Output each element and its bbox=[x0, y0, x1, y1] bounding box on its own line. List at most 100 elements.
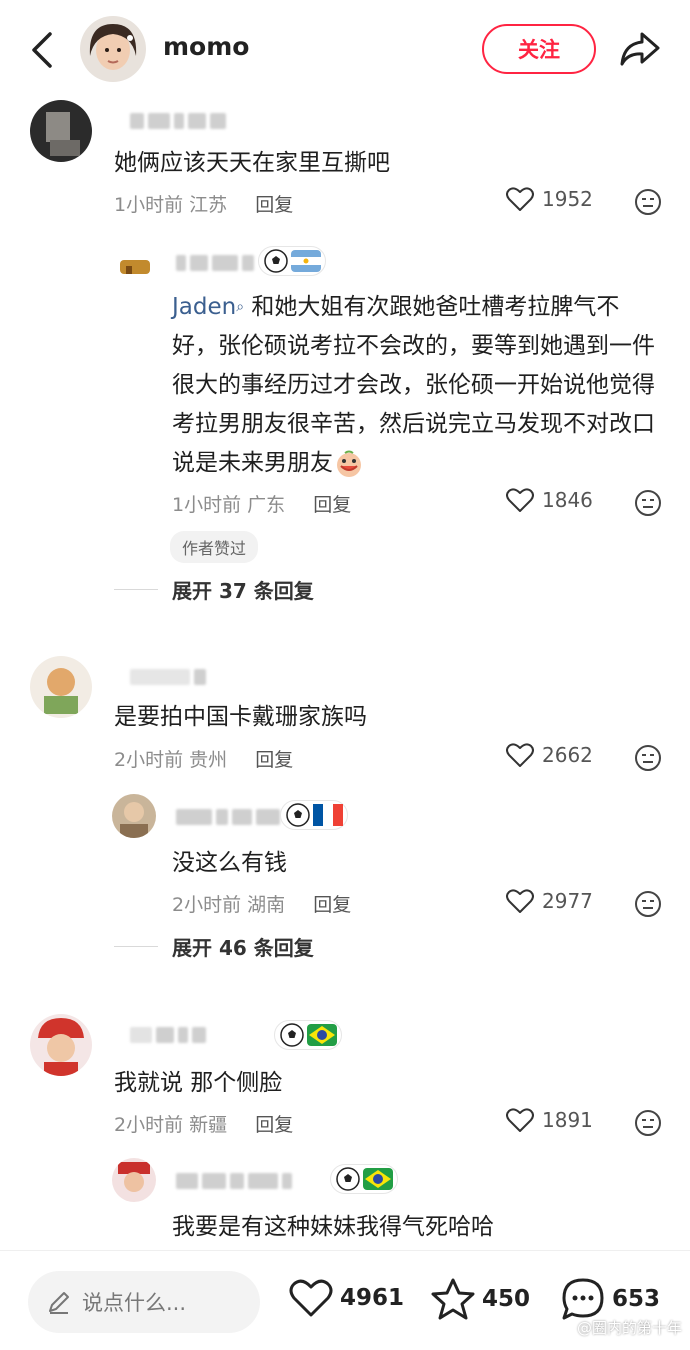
neutral-face-icon bbox=[635, 891, 661, 917]
pencil-icon bbox=[49, 1292, 69, 1314]
chat-bubble-icon bbox=[562, 1278, 604, 1320]
soccer-ball-icon bbox=[336, 1167, 360, 1191]
badge-pill bbox=[280, 800, 348, 830]
dislike-button[interactable] bbox=[634, 1109, 662, 1141]
heart-icon bbox=[506, 1108, 534, 1132]
author-avatar[interactable] bbox=[80, 16, 146, 82]
like-button[interactable]: 2662 bbox=[506, 742, 593, 768]
like-button[interactable]: 1891 bbox=[506, 1107, 593, 1133]
comment-meta: 1小时前 江苏 回复 bbox=[114, 190, 293, 217]
reply-avatar[interactable] bbox=[112, 794, 156, 838]
header-bar: momo 关注 bbox=[0, 0, 690, 96]
comment-meta: 2小时前 新疆 回复 bbox=[114, 1110, 293, 1137]
reply-avatar[interactable] bbox=[112, 246, 156, 290]
avatar-image bbox=[30, 656, 92, 718]
avatar-image bbox=[30, 1014, 92, 1076]
comment-input[interactable]: 说点什么... bbox=[28, 1271, 260, 1333]
comment-location: 新疆 bbox=[189, 1114, 228, 1136]
commenter-avatar[interactable] bbox=[30, 656, 92, 718]
soccer-ball-icon bbox=[264, 249, 288, 273]
neutral-face-icon bbox=[635, 490, 661, 516]
author-name[interactable]: momo bbox=[163, 32, 249, 61]
reply-avatar[interactable] bbox=[112, 1158, 156, 1202]
expand-replies-label: 展开 37 条回复 bbox=[172, 579, 314, 603]
expand-replies-button[interactable]: 展开 37 条回复 bbox=[114, 575, 314, 604]
mention-link[interactable]: Jaden bbox=[172, 294, 236, 320]
heart-icon bbox=[506, 488, 534, 512]
dislike-button[interactable] bbox=[634, 188, 662, 220]
like-count: 2662 bbox=[542, 743, 593, 767]
reply-meta: 2小时前 湖南 回复 bbox=[172, 890, 351, 917]
share-button[interactable] bbox=[614, 28, 664, 70]
post-favorite-button[interactable]: 450 bbox=[430, 1277, 530, 1321]
reply-meta: 1小时前 广东 回复 bbox=[172, 490, 351, 517]
like-button[interactable]: 2977 bbox=[506, 888, 593, 914]
reply-time: 2小时前 bbox=[172, 894, 242, 916]
reply-name-blurred bbox=[176, 806, 280, 828]
chevron-left-icon bbox=[32, 32, 52, 68]
dislike-button[interactable] bbox=[634, 744, 662, 776]
soccer-ball-icon bbox=[286, 803, 310, 827]
commenter-avatar[interactable] bbox=[30, 100, 92, 162]
comment-text: 我就说 那个侧脸 bbox=[114, 1070, 283, 1096]
brazil-flag-icon bbox=[307, 1024, 337, 1046]
avatar-image bbox=[112, 246, 156, 290]
commenter-name-blurred bbox=[130, 110, 226, 132]
soccer-ball-icon bbox=[280, 1023, 304, 1047]
like-button[interactable]: 1846 bbox=[506, 487, 593, 513]
comment-input-placeholder: 说点什么... bbox=[82, 1291, 187, 1315]
reply-location: 广东 bbox=[247, 494, 286, 516]
commenter-name-blurred bbox=[130, 666, 206, 688]
avatar-image bbox=[112, 1158, 156, 1202]
reply-button[interactable]: 回复 bbox=[313, 494, 351, 516]
neutral-face-icon bbox=[635, 1110, 661, 1136]
crying-laughing-emoji-icon bbox=[333, 450, 365, 478]
like-count: 2977 bbox=[542, 889, 593, 913]
comment-location: 贵州 bbox=[189, 749, 228, 771]
watermark: @圈内的第十年 bbox=[576, 1319, 682, 1337]
comment-text: 是要拍中国卡戴珊家族吗 bbox=[114, 704, 367, 730]
comment-time: 2小时前 bbox=[114, 749, 184, 771]
like-count: 1891 bbox=[542, 1108, 593, 1132]
comment-time: 2小时前 bbox=[114, 1114, 184, 1136]
avatar-image bbox=[30, 100, 92, 162]
expand-replies-label: 展开 46 条回复 bbox=[172, 936, 314, 960]
neutral-face-icon bbox=[635, 189, 661, 215]
post-like-button[interactable]: 4961 bbox=[288, 1277, 404, 1319]
reply-text: 没这么有钱 bbox=[172, 850, 287, 876]
avatar-image bbox=[80, 16, 146, 82]
comment-location: 江苏 bbox=[189, 194, 228, 216]
like-count: 1952 bbox=[542, 187, 593, 211]
search-icon: ⌕ bbox=[236, 299, 245, 315]
reply-button[interactable]: 回复 bbox=[255, 749, 293, 771]
heart-icon bbox=[506, 889, 534, 913]
reply-button[interactable]: 回复 bbox=[313, 894, 351, 916]
share-icon bbox=[620, 32, 660, 66]
dislike-button[interactable] bbox=[634, 890, 662, 922]
follow-button[interactable]: 关注 bbox=[482, 24, 596, 74]
neutral-face-icon bbox=[635, 745, 661, 771]
heart-icon bbox=[289, 1279, 333, 1317]
reply-button[interactable]: 回复 bbox=[255, 194, 293, 216]
reply-location: 湖南 bbox=[247, 894, 286, 916]
dislike-button[interactable] bbox=[634, 489, 662, 521]
heart-icon bbox=[506, 743, 534, 767]
france-flag-icon bbox=[313, 804, 343, 826]
expand-replies-button[interactable]: 展开 46 条回复 bbox=[114, 932, 314, 961]
back-button[interactable] bbox=[22, 26, 66, 74]
comment-time: 1小时前 bbox=[114, 194, 184, 216]
reply-name-blurred bbox=[176, 1170, 292, 1192]
commenter-avatar[interactable] bbox=[30, 1014, 92, 1076]
like-count: 1846 bbox=[542, 488, 593, 512]
comment-meta: 2小时前 贵州 回复 bbox=[114, 745, 293, 772]
post-comment-button[interactable]: 653 bbox=[560, 1277, 660, 1321]
reply-body: 和她大姐有次跟她爸吐槽考拉脾气不好，张伦硕说考拉不会改的，要等到她遇到一件很大的… bbox=[172, 294, 655, 476]
reply-button[interactable]: 回复 bbox=[255, 1114, 293, 1136]
post-comment-count: 653 bbox=[612, 1286, 661, 1312]
post-favorite-count: 450 bbox=[482, 1286, 531, 1312]
like-button[interactable]: 1952 bbox=[506, 186, 593, 212]
argentina-flag-icon bbox=[291, 250, 321, 272]
post-like-count: 4961 bbox=[340, 1285, 405, 1311]
avatar-image bbox=[112, 794, 156, 838]
divider-line bbox=[114, 589, 158, 590]
